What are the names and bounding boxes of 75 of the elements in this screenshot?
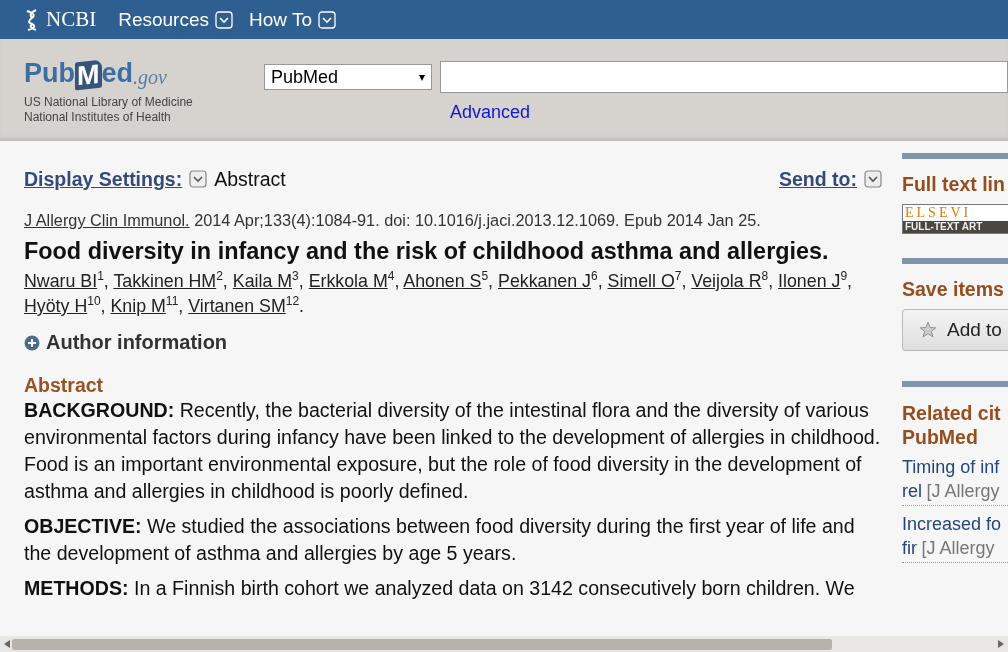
article-title: Food diversity in infancy and the risk of childhood asthma and allergies. [24, 238, 830, 265]
affiliation-number: 10 [87, 294, 101, 309]
scroll-left-icon[interactable] [4, 640, 10, 648]
journal-link[interactable]: J Allergy Clin Immunol. [24, 211, 190, 229]
author-link[interactable]: Veijola R [691, 271, 762, 291]
section-heading: PubMed [902, 425, 979, 449]
abstract-heading: Abstract [24, 374, 105, 397]
author-link[interactable]: Simell O [607, 271, 675, 291]
related-article-link[interactable]: Timing of inf [902, 455, 1008, 479]
separator-text: , [847, 271, 852, 291]
author-information-toggle[interactable]: Author information [46, 331, 228, 354]
star-icon [919, 321, 937, 339]
abstract-paragraph: OBJECTIVE: We studied the associations between food diversity during the first year of life and the development of asthma and allergies by age 5 years. [24, 514, 856, 566]
display-settings-link[interactable]: Display Settings: [24, 167, 183, 191]
affiliation-number: 12 [285, 294, 300, 309]
section-heading: Full text lin [902, 173, 1006, 196]
separator-text: , [100, 296, 106, 316]
affiliation-number: 7 [674, 269, 682, 284]
search-field[interactable] [440, 61, 1008, 93]
affiliation-number: 1 [97, 269, 104, 284]
author-link[interactable]: Takkinen HM [113, 271, 217, 291]
author-link[interactable]: Ilonen J [778, 271, 841, 291]
journal-source-text: [J Allergy [921, 538, 995, 558]
horizontal-scrollbar[interactable] [0, 636, 1008, 652]
advanced-link[interactable]: Advanced [450, 102, 1008, 123]
pubmed-logo[interactable]: Pub M ed.gov [24, 53, 264, 89]
menu-link[interactable]: Resources [118, 8, 209, 31]
publisher-badge[interactable]: ELSEVI FULL-TEXT ART [902, 204, 1008, 234]
organization-text: US National Library of Medicine [24, 95, 194, 110]
scroll-right-icon[interactable] [998, 640, 1004, 648]
abstract-paragraph: METHODS: In a Finnish birth cohort we analyzed data on 3142 consecutively born children. We [24, 576, 856, 601]
author-link[interactable]: Hyöty H [24, 296, 88, 316]
author-link[interactable]: Kaila M [232, 271, 293, 291]
affiliation-number: 8 [761, 269, 769, 284]
separator-text: , [222, 271, 228, 291]
abstract-paragraph: BACKGROUND: Recently, the bacterial diversity of the intestinal flora and the diversity of various environmental factors during infancy have been linked to the development of allergies in childhood. Food is an important environmental exposure, but the role of food diversity in the development of asthma and allergies in childhood is poorly defined. [24, 398, 882, 504]
related-article-link[interactable]: rel [902, 481, 922, 501]
affiliation-number: 3 [292, 269, 299, 284]
add-to-button[interactable]: Add to [902, 309, 1008, 351]
author-link[interactable]: Pekkanen J [498, 271, 591, 291]
separator-text: , [298, 271, 304, 291]
author-link[interactable]: Virtanen SM [188, 296, 286, 316]
section-heading: Related cit [902, 401, 1002, 425]
ncbi-logo[interactable]: NCBI [24, 7, 97, 32]
author-link[interactable]: Nwaru BI [24, 271, 98, 291]
separator-text: , [178, 296, 184, 316]
affiliation-number: 2 [216, 269, 223, 284]
affiliation-number: 11 [165, 294, 179, 309]
organization-text: National Institutes of Health [24, 110, 172, 125]
section-heading: Save items [902, 278, 1005, 301]
author-link[interactable]: Knip M [110, 296, 166, 316]
separator-text: , [597, 271, 603, 291]
menu-link[interactable]: How To [249, 8, 313, 31]
send-to-link[interactable]: Send to: [779, 167, 857, 191]
affiliation-number: 6 [590, 269, 598, 284]
affiliation-number: 4 [387, 269, 395, 284]
database-select[interactable]: PubMed ▾ [264, 64, 432, 90]
separator-text: . [299, 296, 305, 316]
separator-text: , [768, 271, 774, 291]
related-article-link[interactable]: fir [902, 538, 917, 558]
related-article-link[interactable]: Increased fo [902, 512, 1008, 536]
author-link[interactable]: Ahonen S [403, 271, 482, 291]
citation-text: 2014 Apr;133(4):1084-91. doi: 10.1016/j.jaci.2013.12.1069. Epub 2014 Jan 25. [194, 211, 761, 229]
dropdown-icon[interactable] [189, 170, 208, 188]
separator-text: , [681, 271, 687, 291]
author-link[interactable]: Erkkola M [308, 271, 388, 291]
affiliation-number: 9 [840, 269, 848, 284]
separator-text: , [488, 271, 494, 291]
affiliation-number: 5 [481, 269, 489, 284]
journal-source-text: [J Allergy [926, 481, 1000, 501]
separator-text: , [103, 271, 109, 291]
display-format-text: Abstract [214, 167, 286, 191]
separator-text: , [394, 271, 400, 291]
dropdown-icon[interactable] [864, 170, 882, 188]
expand-icon[interactable] [24, 334, 40, 351]
